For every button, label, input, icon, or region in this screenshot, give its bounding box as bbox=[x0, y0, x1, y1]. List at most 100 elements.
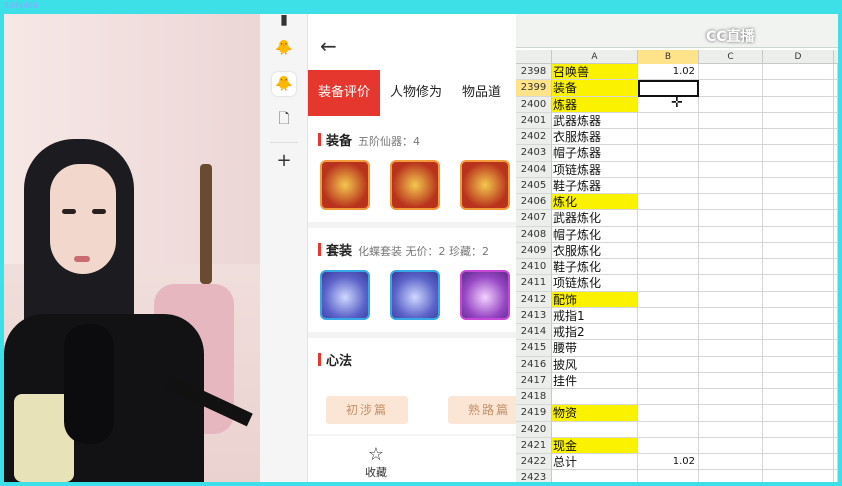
cell-empty[interactable] bbox=[763, 226, 834, 243]
row-number[interactable]: 2409 bbox=[516, 242, 552, 259]
cell-empty[interactable] bbox=[699, 242, 763, 259]
set-item-ring[interactable] bbox=[390, 270, 440, 320]
column-header-b[interactable]: B bbox=[638, 50, 699, 64]
cell-b[interactable] bbox=[638, 177, 699, 194]
back-arrow-icon[interactable]: ← bbox=[320, 34, 337, 58]
cell-empty[interactable] bbox=[763, 177, 834, 194]
cell-empty[interactable] bbox=[699, 437, 763, 454]
cell-empty[interactable] bbox=[763, 259, 834, 276]
cell-empty[interactable] bbox=[834, 405, 838, 422]
cell-empty[interactable] bbox=[834, 454, 838, 471]
column-header-a[interactable]: A bbox=[552, 50, 638, 64]
row-number[interactable]: 2413 bbox=[516, 307, 552, 324]
cell-a[interactable]: 物资 bbox=[552, 405, 638, 422]
cell-empty[interactable] bbox=[834, 64, 838, 81]
cell-empty[interactable] bbox=[699, 324, 763, 341]
cell-empty[interactable] bbox=[763, 372, 834, 389]
cell-empty[interactable] bbox=[699, 177, 763, 194]
cell-b[interactable] bbox=[638, 307, 699, 324]
cell-empty[interactable] bbox=[763, 421, 834, 438]
cell-b[interactable] bbox=[638, 437, 699, 454]
cell-empty[interactable] bbox=[834, 437, 838, 454]
xinfa-button-beginner[interactable]: 初涉篇 bbox=[326, 396, 408, 424]
xinfa-button-advanced[interactable]: 熟路篇 bbox=[448, 396, 516, 424]
cell-empty[interactable] bbox=[763, 112, 834, 129]
cell-b[interactable] bbox=[638, 96, 699, 113]
cell-empty[interactable] bbox=[834, 161, 838, 178]
cell-a[interactable] bbox=[552, 421, 638, 438]
cell-empty[interactable] bbox=[699, 389, 763, 406]
tab-equipment-rating[interactable]: 装备评价 bbox=[308, 70, 381, 116]
cell-empty[interactable] bbox=[699, 372, 763, 389]
column-header-d[interactable]: D bbox=[763, 50, 834, 64]
row-number[interactable]: 2408 bbox=[516, 226, 552, 243]
cell-a[interactable]: 披风 bbox=[552, 356, 638, 373]
row-number[interactable]: 2421 bbox=[516, 437, 552, 454]
cell-empty[interactable] bbox=[834, 177, 838, 194]
cell-a[interactable]: 武器炼器 bbox=[552, 112, 638, 129]
cell-a[interactable]: 戒指2 bbox=[552, 324, 638, 341]
cell-empty[interactable] bbox=[763, 194, 834, 211]
cell-empty[interactable] bbox=[834, 356, 838, 373]
cell-empty[interactable] bbox=[834, 324, 838, 341]
cell-b[interactable] bbox=[638, 194, 699, 211]
cell-empty[interactable] bbox=[763, 405, 834, 422]
row-number[interactable]: 2398 bbox=[516, 64, 552, 81]
cell-b[interactable]: 1.02 bbox=[638, 454, 699, 471]
cell-a[interactable]: 腰带 bbox=[552, 340, 638, 357]
cell-a[interactable]: 帽子炼化 bbox=[552, 226, 638, 243]
column-header-c[interactable]: C bbox=[699, 50, 763, 64]
cell-empty[interactable] bbox=[699, 275, 763, 292]
cell-b[interactable] bbox=[638, 210, 699, 227]
cell-empty[interactable] bbox=[763, 64, 834, 81]
cell-empty[interactable] bbox=[834, 194, 838, 211]
cell-empty[interactable] bbox=[699, 470, 763, 482]
cell-empty[interactable] bbox=[834, 470, 838, 482]
cell-empty[interactable] bbox=[699, 112, 763, 129]
cell-a[interactable]: 装备 bbox=[552, 80, 638, 97]
cell-empty[interactable] bbox=[699, 64, 763, 81]
cell-empty[interactable] bbox=[699, 356, 763, 373]
favorite-button[interactable]: ☆ 收藏 bbox=[356, 446, 396, 480]
cell-empty[interactable] bbox=[763, 356, 834, 373]
select-all-corner[interactable] bbox=[516, 50, 552, 64]
cell-empty[interactable] bbox=[699, 259, 763, 276]
cell-empty[interactable] bbox=[699, 226, 763, 243]
row-number[interactable]: 2423 bbox=[516, 470, 552, 482]
cell-empty[interactable] bbox=[834, 275, 838, 292]
row-number[interactable]: 2414 bbox=[516, 324, 552, 341]
cell-a[interactable]: 召唤兽 bbox=[552, 64, 638, 81]
cell-empty[interactable] bbox=[834, 112, 838, 129]
cell-empty[interactable] bbox=[763, 129, 834, 146]
cell-empty[interactable] bbox=[763, 145, 834, 162]
cell-a[interactable]: 炼化 bbox=[552, 194, 638, 211]
cell-a[interactable]: 配饰 bbox=[552, 291, 638, 308]
cell-b[interactable] bbox=[638, 389, 699, 406]
cell-b[interactable] bbox=[638, 259, 699, 276]
row-number[interactable]: 2420 bbox=[516, 421, 552, 438]
cell-b[interactable] bbox=[638, 372, 699, 389]
cell-b[interactable] bbox=[638, 112, 699, 129]
cell-b[interactable] bbox=[638, 161, 699, 178]
cell-b[interactable] bbox=[638, 405, 699, 422]
cell-empty[interactable] bbox=[763, 161, 834, 178]
row-number[interactable]: 2411 bbox=[516, 275, 552, 292]
cell-b[interactable] bbox=[638, 340, 699, 357]
cell-empty[interactable] bbox=[699, 340, 763, 357]
cell-b[interactable] bbox=[638, 356, 699, 373]
cell-empty[interactable] bbox=[763, 275, 834, 292]
cell-empty[interactable] bbox=[763, 454, 834, 471]
cell-b[interactable] bbox=[638, 291, 699, 308]
cell-empty[interactable] bbox=[699, 454, 763, 471]
cell-b[interactable] bbox=[638, 242, 699, 259]
bookmark-icon[interactable]: ▮ bbox=[272, 14, 296, 32]
row-number[interactable]: 2416 bbox=[516, 356, 552, 373]
row-number[interactable]: 2406 bbox=[516, 194, 552, 211]
cell-empty[interactable] bbox=[834, 145, 838, 162]
cell-empty[interactable] bbox=[834, 80, 838, 97]
equipment-item[interactable] bbox=[320, 160, 370, 210]
row-number[interactable]: 2407 bbox=[516, 210, 552, 227]
cell-empty[interactable] bbox=[763, 210, 834, 227]
row-number[interactable]: 2418 bbox=[516, 389, 552, 406]
cell-b[interactable] bbox=[638, 324, 699, 341]
